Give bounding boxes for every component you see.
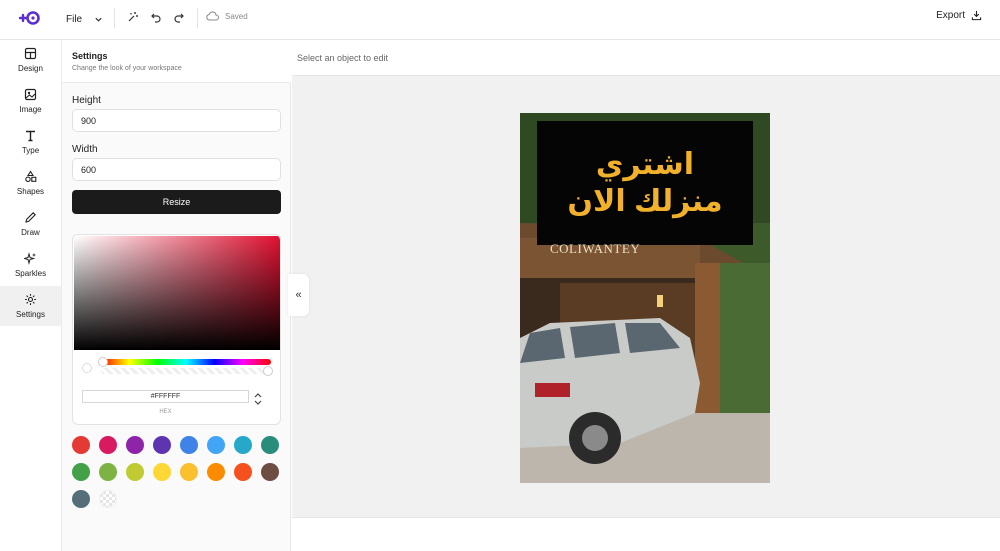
headline-textbox[interactable]: اشتري منزلك الان <box>537 121 753 245</box>
color-swatch[interactable] <box>99 463 117 481</box>
shapes-icon <box>25 170 37 183</box>
headline-line-2: منزلك الان <box>567 185 723 218</box>
panel-subtitle: Change the look of your workspace <box>72 65 182 72</box>
pencil-icon <box>25 212 36 223</box>
download-icon <box>971 10 982 21</box>
rail-label: Design <box>18 64 43 73</box>
rail-item-settings[interactable]: Settings <box>0 286 61 326</box>
bottom-bar <box>292 517 1000 551</box>
gear-icon <box>25 294 36 305</box>
chevron-down-icon <box>95 17 102 22</box>
image-icon <box>24 88 37 101</box>
hex-label: HEX <box>159 409 172 415</box>
saturation-value-area[interactable] <box>74 236 280 350</box>
color-swatch[interactable] <box>153 436 171 454</box>
app-logo-icon[interactable] <box>17 8 41 28</box>
save-status: Saved <box>205 10 248 22</box>
alpha-slider-handle[interactable] <box>263 366 273 376</box>
color-swatch[interactable] <box>153 463 171 481</box>
color-picker: #FFFFFF HEX <box>72 234 281 425</box>
top-bar: File Saved Export <box>0 0 1000 40</box>
panel-header: Settings Change the look of your workspa… <box>62 40 291 83</box>
collapse-panel-button[interactable]: « <box>288 274 309 316</box>
undo-icon <box>151 13 161 23</box>
magic-wand-icon <box>128 12 138 22</box>
rail-label: Type <box>21 146 40 155</box>
color-swatch[interactable] <box>207 463 225 481</box>
hex-input[interactable]: #FFFFFF <box>82 390 249 403</box>
color-swatch[interactable] <box>72 436 90 454</box>
rail-label: Settings <box>16 310 45 319</box>
color-swatches <box>72 436 287 508</box>
redo-button[interactable] <box>172 10 186 24</box>
color-swatch[interactable] <box>207 436 225 454</box>
design-canvas[interactable]: اشتري منزلك الان COLIWANTEY <box>520 113 770 483</box>
selection-hint: Select an object to edit <box>297 53 389 63</box>
hue-slider[interactable] <box>101 359 271 365</box>
undo-button[interactable] <box>149 10 163 24</box>
color-preview <box>82 363 92 373</box>
alpha-slider[interactable] <box>101 368 271 374</box>
color-swatch[interactable] <box>180 436 198 454</box>
sparkles-icon <box>24 252 36 265</box>
width-label: Width <box>72 144 98 155</box>
hue-slider-handle[interactable] <box>98 357 108 367</box>
color-swatch[interactable] <box>72 463 90 481</box>
panel-title: Settings <box>72 51 108 61</box>
saved-label: Saved <box>225 11 248 21</box>
rail-item-type[interactable]: Type <box>0 122 61 162</box>
color-swatch[interactable] <box>261 463 279 481</box>
context-toolbar: Select an object to edit <box>292 40 1000 76</box>
garage-sign-text: COLIWANTEY <box>550 241 641 256</box>
color-swatch[interactable] <box>99 436 117 454</box>
cloud-icon <box>206 11 219 21</box>
color-swatch[interactable] <box>180 463 198 481</box>
height-input[interactable]: 900 <box>72 109 281 132</box>
color-swatch[interactable] <box>126 463 144 481</box>
file-menu-label: File <box>66 13 83 25</box>
resize-button[interactable]: Resize <box>72 190 281 214</box>
magic-select-button[interactable] <box>126 10 140 24</box>
color-swatch[interactable] <box>126 436 144 454</box>
swatch-transparent[interactable] <box>99 490 117 508</box>
color-swatch[interactable] <box>261 436 279 454</box>
color-swatch[interactable] <box>72 490 90 508</box>
left-rail: Design Image Type Shapes Draw Sparkles S… <box>0 40 62 551</box>
divider <box>114 8 115 28</box>
export-label: Export <box>936 10 965 21</box>
export-button[interactable]: Export <box>936 10 982 21</box>
layout-icon <box>24 47 37 60</box>
color-swatch[interactable] <box>234 436 252 454</box>
rail-label: Shapes <box>16 187 45 196</box>
rail-label: Sparkles <box>14 269 47 278</box>
format-toggle-icon[interactable] <box>253 391 263 407</box>
redo-icon <box>174 13 184 23</box>
rail-label: Draw <box>21 228 40 237</box>
height-label: Height <box>72 95 101 106</box>
divider <box>197 8 198 28</box>
rail-item-image[interactable]: Image <box>0 81 61 121</box>
file-menu-button[interactable]: File <box>58 9 111 29</box>
rail-item-design[interactable]: Design <box>0 40 61 80</box>
width-input[interactable]: 600 <box>72 158 281 181</box>
rail-item-draw[interactable]: Draw <box>0 204 61 244</box>
rail-item-shapes[interactable]: Shapes <box>0 163 61 203</box>
type-icon <box>26 130 35 142</box>
rail-label: Image <box>19 105 42 114</box>
rail-item-sparkles[interactable]: Sparkles <box>0 245 61 285</box>
headline-line-1: اشتري <box>595 147 695 181</box>
color-swatch[interactable] <box>234 463 252 481</box>
settings-panel: Settings Change the look of your workspa… <box>62 40 291 551</box>
